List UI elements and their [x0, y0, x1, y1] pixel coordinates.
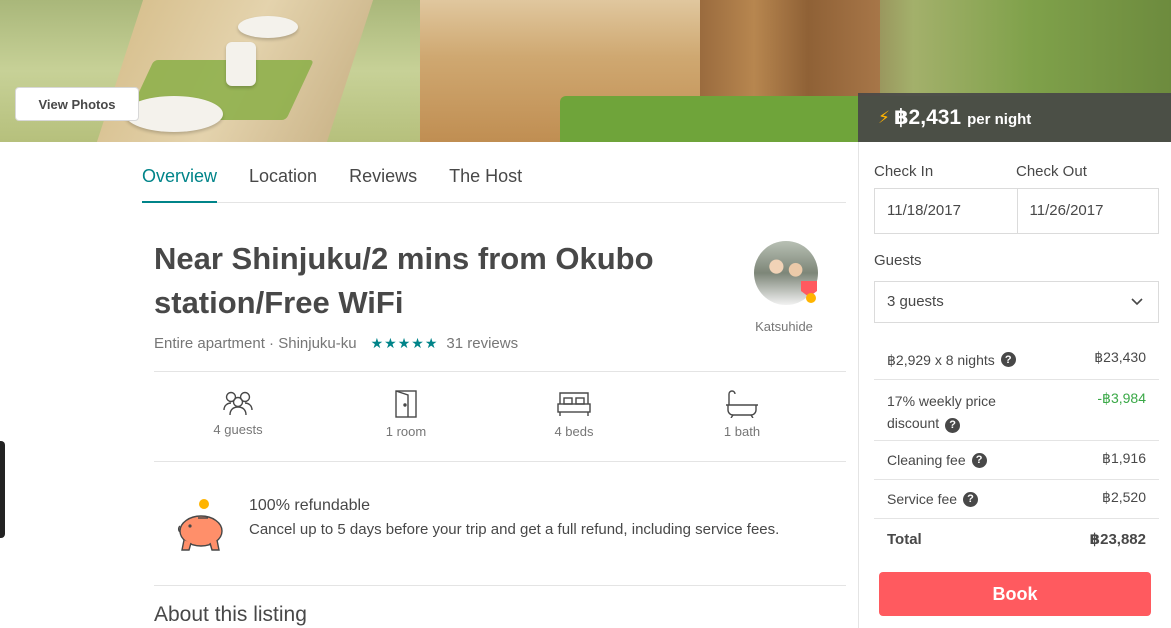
- price-bar: ⚡ ฿2,431 per night: [858, 93, 1171, 142]
- price-value: ฿2,520: [1102, 488, 1146, 505]
- price-row-nights: ฿2,929 x 8 nights? ฿23,430: [874, 340, 1159, 380]
- star-rating[interactable]: ★★★★★: [371, 335, 439, 352]
- help-icon[interactable]: ?: [971, 452, 987, 468]
- lightning-icon: ⚡: [878, 107, 890, 127]
- guests-label: Guests: [874, 252, 922, 269]
- check-in-label: Check In: [874, 163, 934, 180]
- amenity-beds: 4 beds: [490, 372, 658, 461]
- photo-plate: [125, 96, 223, 132]
- bath-icon: [726, 390, 758, 418]
- chevron-down-icon: [1131, 298, 1143, 306]
- check-out-label: Check Out: [1016, 163, 1087, 180]
- view-photos-button[interactable]: View Photos: [15, 87, 139, 121]
- side-scroll-handle[interactable]: [0, 441, 5, 538]
- help-icon[interactable]: ?: [945, 417, 961, 433]
- tab-reviews[interactable]: Reviews: [349, 160, 417, 203]
- discount-label-wrap: 17% weekly price discount?: [887, 390, 1027, 440]
- amenity-label: 1 room: [385, 424, 427, 439]
- piggy-bank-icon: [178, 499, 223, 551]
- price-label: Service fee: [887, 491, 958, 507]
- host-profile[interactable]: Katsuhide: [754, 241, 820, 334]
- price-label: 17% weekly price discount: [887, 393, 996, 431]
- superhost-badge-icon: [801, 281, 817, 303]
- listing-tabs: Overview Location Reviews The Host: [142, 160, 846, 203]
- tab-location[interactable]: Location: [249, 160, 317, 203]
- refund-policy: 100% refundable Cancel up to 5 days befo…: [154, 480, 846, 586]
- price-value: ฿23,430: [1094, 349, 1146, 365]
- total-label: Total: [887, 530, 922, 548]
- amenity-label: 4 guests: [213, 422, 263, 437]
- amenity-label: 4 beds: [554, 424, 594, 439]
- price-value: -฿3,984: [1097, 390, 1146, 406]
- photo-plate: [238, 16, 298, 38]
- tab-the-host[interactable]: The Host: [449, 160, 522, 203]
- refund-title: 100% refundable: [249, 497, 370, 514]
- photo-cup: [226, 42, 256, 86]
- price-row-total: Total ฿23,882: [874, 519, 1159, 559]
- guests-select[interactable]: 3 guests: [874, 281, 1159, 323]
- total-value: ฿23,882: [1089, 531, 1146, 548]
- price-row-discount: 17% weekly price discount? -฿3,984: [874, 380, 1159, 441]
- tab-overview[interactable]: Overview: [142, 160, 218, 203]
- date-range: 11/18/2017 11/26/2017: [874, 188, 1159, 234]
- book-button[interactable]: Book: [879, 572, 1151, 616]
- reviews-link[interactable]: 31 reviews: [446, 335, 518, 352]
- amenity-label: 1 bath: [723, 424, 761, 439]
- amenities-row: 4 guests 1 room 4 beds 1 bath: [154, 371, 846, 462]
- nightly-price: ฿2,431: [893, 106, 962, 129]
- amenity-baths: 1 bath: [658, 372, 826, 461]
- check-in-input[interactable]: 11/18/2017: [875, 189, 1017, 233]
- price-label: Cleaning fee: [887, 452, 966, 468]
- host-name: Katsuhide: [755, 319, 813, 334]
- help-icon[interactable]: ?: [1000, 352, 1016, 367]
- booking-panel: Check In Check Out 11/18/2017 11/26/2017…: [858, 142, 1171, 628]
- per-night-label: per night: [967, 110, 1032, 128]
- check-out-input[interactable]: 11/26/2017: [1016, 189, 1159, 233]
- amenity-rooms: 1 room: [322, 372, 490, 461]
- room-icon: [395, 390, 417, 418]
- about-heading: About this listing: [154, 603, 307, 626]
- help-icon[interactable]: ?: [963, 491, 979, 507]
- price-value: ฿1,916: [1102, 449, 1146, 466]
- price-breakdown: ฿2,929 x 8 nights? ฿23,430 17% weekly pr…: [874, 340, 1159, 559]
- bed-icon: [557, 392, 591, 416]
- amenity-guests: 4 guests: [154, 372, 322, 461]
- guests-icon: [223, 391, 253, 416]
- listing-subline: Entire apartment · Shinjuku-ku ★★★★★ 31 …: [154, 335, 518, 352]
- listing-type-location: Entire apartment · Shinjuku-ku: [154, 335, 357, 352]
- listing-title: Near Shinjuku/2 mins from Okubo station/…: [154, 241, 654, 320]
- refund-description: Cancel up to 5 days before your trip and…: [249, 521, 780, 538]
- guests-value: 3 guests: [887, 293, 944, 310]
- price-row-cleaning: Cleaning fee? ฿1,916: [874, 441, 1159, 480]
- price-label: ฿2,929 x 8 nights: [887, 351, 995, 368]
- price-row-service: Service fee? ฿2,520: [874, 480, 1159, 519]
